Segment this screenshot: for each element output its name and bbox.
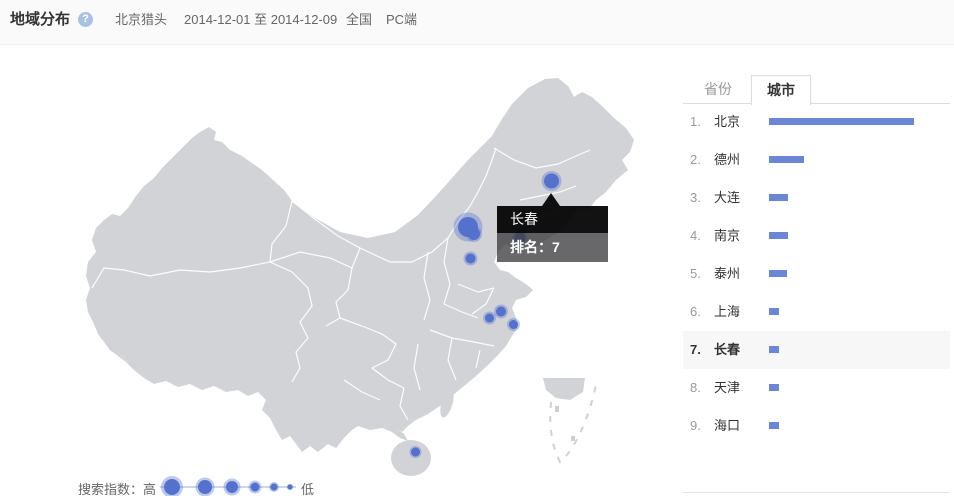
rank-city-label: 上海 xyxy=(714,293,740,331)
rank-number: 5. xyxy=(690,255,708,293)
tab-province[interactable]: 省份 xyxy=(690,75,746,104)
rank-number: 3. xyxy=(690,179,708,217)
rank-number: 9. xyxy=(690,407,708,445)
rank-bar xyxy=(769,232,788,239)
ranking-row[interactable]: 7.长春 xyxy=(683,331,950,369)
hainan-island xyxy=(391,440,431,476)
tooltip-rank: 排名：7 xyxy=(497,233,608,262)
ranking-row[interactable]: 2.德州 xyxy=(683,141,950,179)
rank-bar xyxy=(769,308,779,315)
china-mainland-shape xyxy=(86,78,634,452)
rank-number: 7. xyxy=(690,331,708,369)
south-china-sea-inset xyxy=(543,378,597,462)
map-bubble[interactable] xyxy=(509,320,518,329)
rank-city-label: 海口 xyxy=(714,407,740,445)
rank-number: 1. xyxy=(690,103,708,141)
tooltip-city: 长春 xyxy=(497,206,608,233)
ranking-row[interactable]: 8.天津 xyxy=(683,369,950,407)
panel-tabs: 省份 城市 xyxy=(683,75,950,104)
panel-bottom-divider xyxy=(683,492,950,493)
legend-high-label: 搜索指数：高 xyxy=(78,479,156,496)
ranking-row[interactable]: 6.上海 xyxy=(683,293,950,331)
rank-city-label: 泰州 xyxy=(714,255,740,293)
ranking-row[interactable]: 9.海口 xyxy=(683,407,950,445)
tooltip-arrow-icon xyxy=(542,193,560,206)
rank-city-label: 北京 xyxy=(714,103,740,141)
ranking-row[interactable]: 1.北京 xyxy=(683,103,950,141)
legend-bubble xyxy=(251,483,260,492)
rank-number: 2. xyxy=(690,141,708,179)
map-bubble[interactable] xyxy=(466,254,476,264)
ranking-row[interactable]: 4.南京 xyxy=(683,217,950,255)
rank-bar xyxy=(769,422,779,429)
map-bubble[interactable] xyxy=(496,307,506,317)
legend-bubble xyxy=(226,481,238,493)
tab-city[interactable]: 城市 xyxy=(751,75,811,105)
rank-bar xyxy=(769,118,914,125)
rank-number: 8. xyxy=(690,369,708,407)
rank-number: 4. xyxy=(690,217,708,255)
legend-bubbles-layer xyxy=(160,476,296,496)
page: 地域分布 ? 北京猎头 2014-12-01 至 2014-12-09 全国 P… xyxy=(0,0,954,496)
legend-low-label: 低 xyxy=(301,479,314,496)
rank-bar xyxy=(769,194,788,201)
map-bubble[interactable] xyxy=(544,174,559,189)
rank-city-label: 南京 xyxy=(714,217,740,255)
legend-bubble xyxy=(198,480,212,494)
rank-number: 6. xyxy=(690,293,708,331)
ranking-row[interactable]: 5.泰州 xyxy=(683,255,950,293)
rank-city-label: 大连 xyxy=(714,179,740,217)
rank-city-label: 德州 xyxy=(714,141,740,179)
city-ranking-list: 1.北京2.德州3.大连4.南京5.泰州6.上海7.长春8.天津9.海口 xyxy=(683,104,950,493)
map-bubble[interactable] xyxy=(411,448,420,457)
rank-bar xyxy=(769,156,804,163)
map-tooltip: 长春 排名：7 xyxy=(497,206,608,262)
rank-bar xyxy=(769,346,779,353)
map-bubble[interactable] xyxy=(468,228,480,240)
legend-bubble xyxy=(164,479,180,495)
legend-bubble xyxy=(271,484,278,491)
rank-city-label: 天津 xyxy=(714,369,740,407)
rank-bar xyxy=(769,384,779,391)
map-bubble[interactable] xyxy=(485,314,494,323)
ranking-row[interactable]: 3.大连 xyxy=(683,179,950,217)
rank-city-label: 长春 xyxy=(714,331,740,369)
rank-bar xyxy=(769,270,787,277)
legend-bubble xyxy=(288,485,293,490)
